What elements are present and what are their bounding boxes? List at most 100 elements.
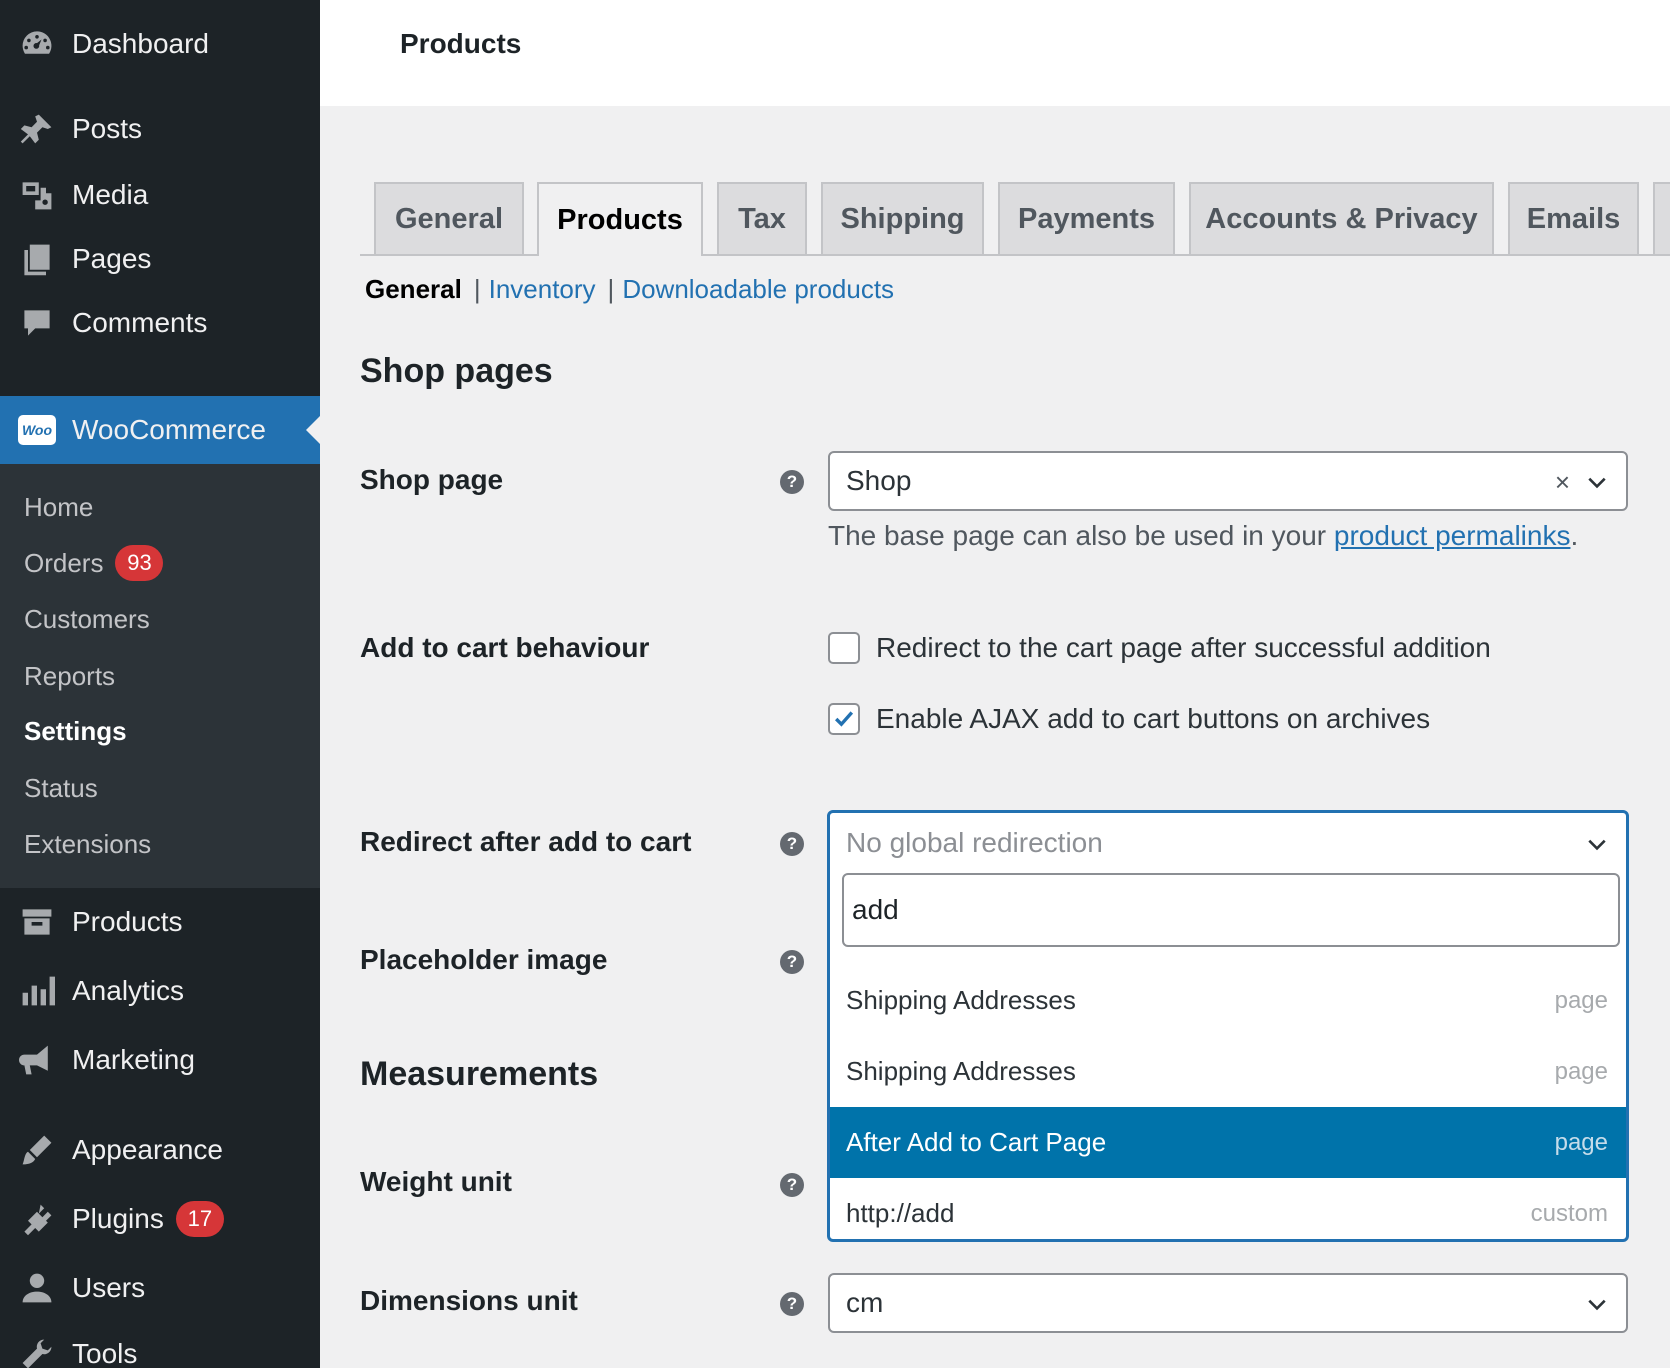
current-menu-arrow: [306, 416, 320, 444]
submenu-reports[interactable]: Reports: [24, 656, 115, 696]
section-heading-shop-pages: Shop pages: [360, 352, 553, 390]
chevron-down-icon: [1588, 477, 1606, 489]
bar-chart-icon: [17, 971, 57, 1011]
menu-label: Marketing: [72, 1044, 195, 1075]
menu-media[interactable]: Media: [0, 161, 320, 229]
ajax-add-to-cart-option[interactable]: Enable AJAX add to cart buttons on archi…: [828, 703, 1430, 735]
help-icon[interactable]: ?: [780, 1173, 804, 1197]
dropdown-search-input[interactable]: [842, 873, 1620, 947]
menu-dashboard[interactable]: Dashboard: [0, 10, 320, 78]
section-heading-measurements: Measurements: [360, 1055, 599, 1093]
archive-icon: [17, 902, 57, 942]
tab-shipping[interactable]: Shipping: [821, 182, 984, 254]
tab-accounts-privacy[interactable]: Accounts & Privacy: [1189, 182, 1494, 254]
menu-label: Media: [72, 179, 149, 210]
shop-page-label: Shop page: [360, 464, 504, 495]
redirect-to-cart-checkbox[interactable]: [828, 632, 860, 664]
dimensions-unit-value: cm: [846, 1287, 884, 1318]
menu-label: Pages: [72, 243, 152, 274]
menu-appearance[interactable]: Appearance: [0, 1116, 320, 1184]
shop-page-value: Shop: [846, 465, 912, 496]
menu-label: Appearance: [72, 1134, 224, 1165]
menu-label: Products: [72, 906, 183, 937]
menu-pages[interactable]: Pages: [0, 225, 320, 293]
dimensions-unit-label: Dimensions unit: [360, 1285, 578, 1316]
comment-icon: [17, 303, 57, 343]
menu-users[interactable]: Users: [0, 1254, 320, 1322]
plugins-update-badge: 17: [175, 1201, 224, 1237]
submenu-home[interactable]: Home: [24, 487, 93, 527]
dropdown-option[interactable]: Shipping Addresses page: [830, 1036, 1626, 1107]
weight-unit-label: Weight unit: [360, 1166, 512, 1197]
menu-label: Users: [72, 1272, 146, 1303]
dropdown-option[interactable]: http://add custom: [830, 1178, 1626, 1239]
woocommerce-logo-icon: Woo: [17, 410, 57, 450]
menu-posts[interactable]: Posts: [0, 95, 320, 163]
menu-plugins[interactable]: Plugins 17: [0, 1185, 320, 1253]
subnav-inventory[interactable]: Inventory: [489, 274, 596, 305]
pin-icon: [17, 109, 57, 149]
menu-label: Comments: [72, 307, 208, 338]
submenu-status[interactable]: Status: [24, 768, 98, 808]
woocommerce-submenu: Home Orders 93 Customers Reports Settings…: [0, 464, 320, 888]
menu-woocommerce[interactable]: Woo WooCommerce: [0, 396, 320, 464]
redirect-dropdown[interactable]: No global redirection Shipping Addresses…: [827, 810, 1629, 1242]
tab-payments[interactable]: Payments: [998, 182, 1175, 254]
redirect-selected-placeholder: No global redirection: [846, 827, 1103, 858]
subnav-downloadable-products[interactable]: Downloadable products: [622, 274, 894, 305]
dropdown-option-highlighted[interactable]: After Add to Cart Page page: [830, 1107, 1626, 1178]
submenu-settings[interactable]: Settings: [24, 711, 127, 751]
admin-sidebar: Dashboard Posts Media Pages Comments Woo…: [0, 0, 320, 1368]
plug-icon: [17, 1199, 57, 1239]
ajax-add-to-cart-checkbox[interactable]: [828, 703, 860, 735]
page-header: Products: [320, 0, 1670, 106]
menu-label: Analytics: [72, 975, 185, 1006]
megaphone-icon: [17, 1040, 57, 1080]
tab-products[interactable]: Products: [537, 182, 703, 256]
orders-count-badge: 93: [115, 545, 164, 581]
clear-icon[interactable]: ×: [1555, 467, 1570, 498]
user-icon: [17, 1268, 57, 1308]
placeholder-image-label: Placeholder image: [360, 944, 608, 975]
redirect-to-cart-option[interactable]: Redirect to the cart page after successf…: [828, 632, 1491, 664]
submenu-extensions[interactable]: Extensions: [24, 824, 151, 864]
dashboard-icon: [17, 24, 57, 64]
menu-comments[interactable]: Comments: [0, 289, 320, 357]
subnav-general: General: [365, 274, 462, 304]
menu-tools[interactable]: Tools: [0, 1320, 320, 1368]
shop-page-select[interactable]: Shop ×: [828, 451, 1628, 511]
dropdown-option[interactable]: Shipping Addresses page: [830, 965, 1626, 1036]
help-icon[interactable]: ?: [780, 470, 804, 494]
pages-icon: [17, 239, 57, 279]
add-to-cart-label: Add to cart behaviour: [360, 632, 650, 663]
help-icon[interactable]: ?: [780, 1292, 804, 1316]
shop-page-description: The base page can also be used in your p…: [828, 520, 1579, 551]
menu-products[interactable]: Products: [0, 888, 320, 956]
submenu-customers[interactable]: Customers: [24, 599, 150, 639]
help-icon[interactable]: ?: [780, 832, 804, 856]
menu-label: Dashboard: [72, 28, 209, 59]
section-subnav: General | Inventory | Downloadable produ…: [365, 274, 895, 305]
chevron-down-icon: [1588, 839, 1606, 851]
menu-marketing[interactable]: Marketing: [0, 1026, 320, 1094]
product-permalinks-link[interactable]: product permalinks: [1334, 520, 1571, 551]
media-icon: [17, 175, 57, 215]
menu-label: Tools: [72, 1338, 138, 1368]
tab-emails[interactable]: Emails: [1508, 182, 1639, 254]
dimensions-unit-select[interactable]: cm: [828, 1273, 1628, 1333]
chevron-down-icon: [1588, 1299, 1606, 1311]
menu-analytics[interactable]: Analytics: [0, 957, 320, 1025]
wrench-icon: [17, 1334, 57, 1368]
tab-general[interactable]: General: [374, 182, 524, 254]
tab-overflow[interactable]: [1653, 182, 1670, 254]
checkmark-icon: [835, 711, 854, 727]
help-icon[interactable]: ?: [780, 950, 804, 974]
menu-label: Posts: [72, 113, 143, 144]
menu-label: Plugins: [72, 1203, 164, 1234]
brush-icon: [17, 1130, 57, 1170]
settings-tabs: General Products Tax Shipping Payments A…: [360, 182, 1670, 256]
page-title: Products: [400, 28, 522, 59]
submenu-orders[interactable]: Orders 93: [24, 543, 164, 583]
tab-tax[interactable]: Tax: [717, 182, 807, 254]
redirect-after-add-label: Redirect after add to cart: [360, 826, 692, 857]
